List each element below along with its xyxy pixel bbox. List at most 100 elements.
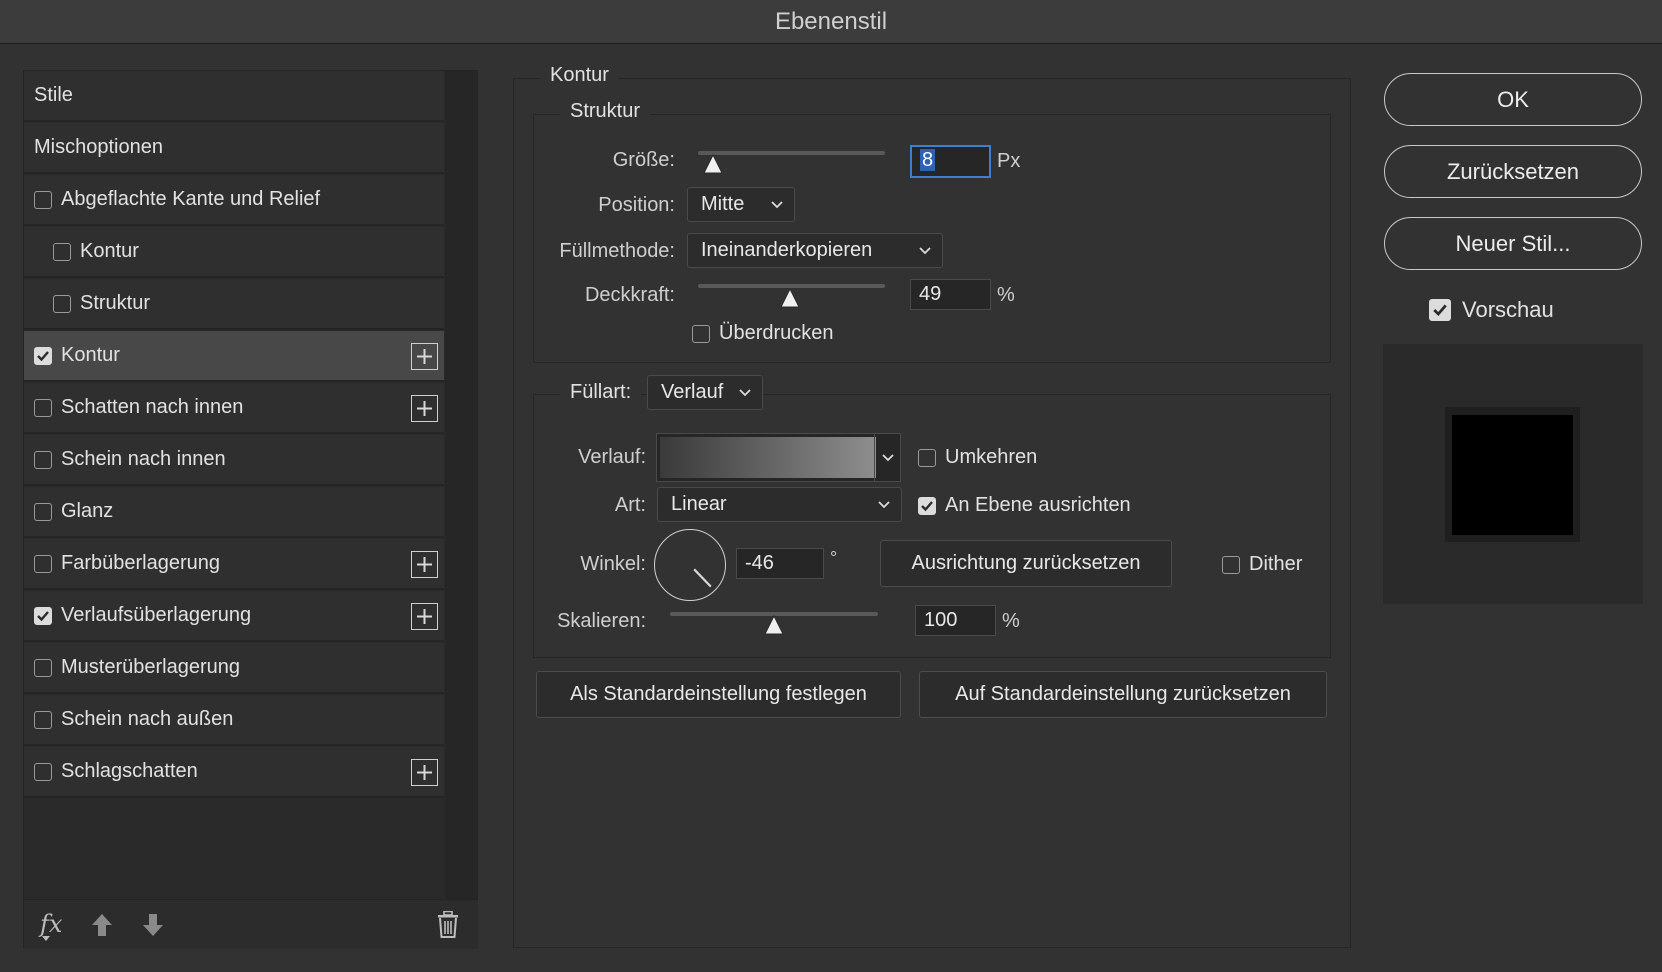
style-item-8[interactable]: Glanz bbox=[24, 487, 444, 538]
position-label: Position: bbox=[598, 194, 675, 216]
dither-checkbox[interactable]: Dither bbox=[1222, 553, 1302, 576]
winkel-unit: ° bbox=[830, 548, 838, 568]
umkehren-checkbox[interactable]: Umkehren bbox=[918, 446, 1037, 469]
style-item-6[interactable]: Schatten nach innen bbox=[24, 383, 444, 434]
groesse-input[interactable]: 8 bbox=[910, 145, 991, 178]
vorschau-label: Vorschau bbox=[1462, 297, 1554, 322]
add-style-icon[interactable] bbox=[411, 759, 438, 786]
winkel-input[interactable]: -46 bbox=[736, 548, 824, 579]
art-value: Linear bbox=[671, 493, 727, 515]
move-up-icon[interactable] bbox=[90, 912, 114, 938]
window-title: Ebenenstil bbox=[0, 0, 1662, 44]
style-item-checkbox[interactable] bbox=[34, 346, 52, 365]
style-item-label: Abgeflachte Kante und Relief bbox=[61, 188, 321, 210]
checkbox-icon bbox=[918, 448, 936, 467]
style-item-checkbox[interactable] bbox=[34, 554, 52, 573]
move-down-icon[interactable] bbox=[141, 912, 165, 938]
styles-list: Stile Mischoptionen Abgeflachte Kante und … bbox=[24, 71, 444, 899]
groesse-slider-thumb[interactable] bbox=[701, 153, 725, 175]
an-ebene-ausrichten-label: An Ebene ausrichten bbox=[945, 494, 1131, 516]
fuellart-value: Verlauf bbox=[661, 381, 724, 403]
ok-button[interactable]: OK bbox=[1384, 73, 1642, 126]
style-item-12[interactable]: Schein nach außen bbox=[24, 695, 444, 746]
style-item-checkbox[interactable] bbox=[34, 398, 52, 417]
style-item-5[interactable]: Kontur bbox=[24, 331, 444, 382]
position-value: Mitte bbox=[701, 193, 745, 215]
style-item-label: Schein nach innen bbox=[61, 448, 226, 470]
skalieren-label: Skalieren: bbox=[557, 610, 646, 632]
gradient-dropdown-button[interactable] bbox=[874, 434, 900, 481]
neuer-stil-button[interactable]: Neuer Stil... bbox=[1384, 217, 1642, 270]
style-item-checkbox[interactable] bbox=[34, 762, 52, 781]
deckkraft-input[interactable]: 49 bbox=[910, 279, 991, 310]
add-style-icon[interactable] bbox=[411, 395, 438, 422]
umkehren-label: Umkehren bbox=[945, 446, 1038, 468]
verlauf-label: Verlauf: bbox=[578, 446, 646, 468]
deckkraft-slider-thumb[interactable] bbox=[778, 287, 802, 309]
style-item-7[interactable]: Schein nach innen bbox=[24, 435, 444, 486]
style-item-10[interactable]: Verlaufsüberlagerung bbox=[24, 591, 444, 642]
style-item-checkbox[interactable] bbox=[34, 710, 52, 729]
kontur-section-title: Kontur bbox=[540, 64, 619, 87]
add-style-icon[interactable] bbox=[411, 343, 438, 370]
styles-panel: Stile Mischoptionen Abgeflachte Kante und … bbox=[23, 70, 478, 949]
style-item-3[interactable]: Kontur bbox=[24, 227, 444, 278]
style-item-4[interactable]: Struktur bbox=[24, 279, 444, 330]
style-item-label: Schein nach außen bbox=[61, 708, 234, 730]
position-dropdown[interactable]: Mitte bbox=[687, 187, 795, 222]
dither-label: Dither bbox=[1249, 553, 1303, 575]
fuellmethode-dropdown[interactable]: Ineinanderkopieren bbox=[687, 233, 943, 268]
art-label: Art: bbox=[614, 494, 646, 516]
skalieren-input[interactable]: 100 bbox=[915, 605, 996, 636]
fuellmethode-label: Füllmethode: bbox=[559, 240, 675, 262]
style-item-label: Farbüberlagerung bbox=[61, 552, 220, 574]
style-item-label: Verlaufsüberlagerung bbox=[61, 604, 252, 626]
style-item-checkbox[interactable] bbox=[34, 190, 52, 209]
style-item-checkbox[interactable] bbox=[53, 294, 71, 313]
ausrichtung-zuruecksetzen-button[interactable]: Ausrichtung zurücksetzen bbox=[880, 540, 1172, 587]
deckkraft-label: Deckkraft: bbox=[584, 284, 675, 306]
skalieren-slider-thumb[interactable] bbox=[762, 614, 786, 636]
groesse-value: 8 bbox=[920, 149, 936, 171]
style-item-13[interactable]: Schlagschatten bbox=[24, 747, 444, 798]
style-item-checkbox[interactable] bbox=[34, 658, 52, 677]
style-item-checkbox[interactable] bbox=[34, 502, 52, 521]
style-item-checkbox[interactable] bbox=[53, 242, 71, 261]
style-item-checkbox[interactable] bbox=[34, 606, 52, 625]
add-style-icon[interactable] bbox=[411, 551, 438, 578]
auf-standardeinstellung-zuruecksetzen-button[interactable]: Auf Standardeinstellung zurücksetzen bbox=[919, 671, 1327, 718]
style-item-0[interactable]: Stile bbox=[24, 71, 444, 122]
fx-dropdown-icon bbox=[42, 936, 50, 941]
art-dropdown[interactable]: Linear bbox=[657, 487, 902, 522]
style-item-label: Mischoptionen bbox=[34, 136, 163, 158]
angle-dial-icon bbox=[692, 568, 712, 587]
style-item-label: Kontur bbox=[61, 344, 120, 366]
winkel-label: Winkel: bbox=[580, 553, 646, 575]
style-item-9[interactable]: Farbüberlagerung bbox=[24, 539, 444, 590]
groesse-slider[interactable] bbox=[698, 151, 885, 155]
als-standardeinstellung-festlegen-button[interactable]: Als Standardeinstellung festlegen bbox=[536, 671, 901, 718]
preview-square bbox=[1452, 415, 1573, 535]
trash-icon[interactable] bbox=[436, 911, 460, 938]
winkel-dial[interactable] bbox=[654, 529, 726, 601]
style-item-checkbox[interactable] bbox=[34, 450, 52, 469]
add-style-icon[interactable] bbox=[411, 603, 438, 630]
gradient-swatch[interactable] bbox=[660, 437, 876, 478]
styles-list-footer: fx bbox=[24, 899, 478, 949]
style-item-label: Schatten nach innen bbox=[61, 396, 244, 418]
checkbox-icon bbox=[1429, 299, 1451, 321]
zuruecksetzen-button[interactable]: Zurücksetzen bbox=[1384, 145, 1642, 198]
ueberdrucken-checkbox[interactable]: Überdrucken bbox=[692, 322, 834, 345]
gradient-picker[interactable] bbox=[656, 433, 901, 482]
style-item-1[interactable]: Mischoptionen bbox=[24, 123, 444, 174]
fuellart-dropdown[interactable]: Verlauf bbox=[647, 375, 763, 410]
style-item-2[interactable]: Abgeflachte Kante und Relief bbox=[24, 175, 444, 226]
styles-list-scrollbar[interactable] bbox=[445, 71, 478, 899]
fuellart-label: Füllart: bbox=[560, 381, 642, 413]
an-ebene-ausrichten-checkbox[interactable]: An Ebene ausrichten bbox=[918, 494, 1131, 517]
fx-menu-button[interactable]: fx bbox=[40, 910, 62, 938]
vorschau-checkbox[interactable]: Vorschau bbox=[1429, 297, 1554, 323]
fuellmethode-value: Ineinanderkopieren bbox=[701, 239, 873, 261]
checkbox-icon bbox=[692, 324, 710, 343]
style-item-11[interactable]: Musterüberlagerung bbox=[24, 643, 444, 694]
